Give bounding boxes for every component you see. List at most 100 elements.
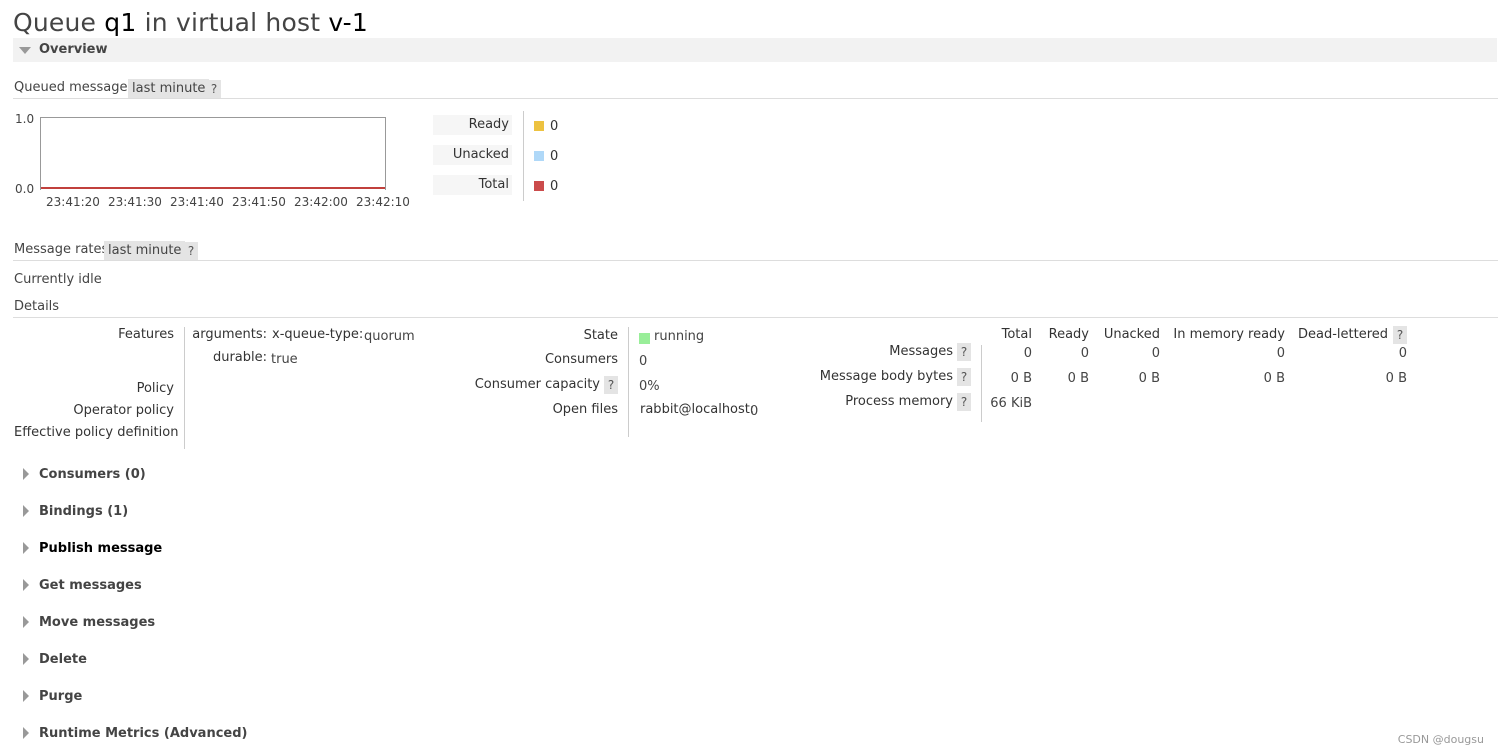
body-bytes-ready: 0 B (1067, 371, 1089, 386)
section-consumers-label: Consumers (0) (39, 467, 146, 482)
details-divider (184, 327, 185, 449)
open-files-node: rabbit@localhost: (640, 402, 755, 417)
legend-ready-value: 0 (550, 119, 559, 134)
queued-messages-range-button[interactable]: last minute (128, 79, 210, 98)
queued-messages-chart (40, 117, 386, 190)
section-purge-label: Purge (39, 689, 83, 704)
overview-section-header[interactable]: Overview (13, 38, 1497, 62)
section-runtime-metrics[interactable]: Runtime Metrics (Advanced) (13, 722, 313, 744)
section-purge[interactable]: Purge (13, 685, 313, 707)
row-label-body-bytes: Message body bytes (819, 369, 953, 384)
queued-messages-help-icon[interactable]: ? (207, 80, 221, 98)
section-get-messages-label: Get messages (39, 578, 142, 593)
divider (13, 317, 1498, 318)
consumer-capacity-help-icon[interactable]: ? (604, 376, 618, 394)
open-files-label: Open files (552, 402, 618, 417)
y-tick-top: 1.0 (15, 112, 35, 126)
x-tick-label: 23:42:10 (356, 195, 410, 209)
expand-triangle-icon (23, 690, 29, 702)
section-delete[interactable]: Delete (13, 648, 313, 670)
message-rates-label: Message rates (14, 242, 109, 257)
watermark: CSDN @dougsu (1397, 733, 1484, 746)
effective-policy-label: Effective policy definition (14, 425, 179, 440)
feature-arguments-key: arguments: (192, 327, 267, 342)
feature-durable-value: true (271, 352, 298, 367)
column-header-in-memory-ready: In memory ready (1173, 327, 1285, 342)
consumer-capacity-label: Consumer capacity (474, 377, 600, 392)
expand-triangle-icon (23, 542, 29, 554)
section-bindings-label: Bindings (1) (39, 504, 129, 519)
legend-total-value: 0 (550, 179, 559, 194)
messages-unacked: 0 (1151, 346, 1160, 361)
consumers-value: 0 (639, 354, 648, 369)
dead-lettered-help-icon[interactable]: ? (1393, 326, 1407, 344)
state-label: State (583, 328, 618, 343)
operator-policy-label: Operator policy (73, 403, 174, 418)
overview-label: Overview (39, 42, 108, 57)
expand-triangle-icon (23, 727, 29, 739)
messages-help-icon[interactable]: ? (957, 343, 971, 361)
column-header-dead-lettered: Dead-lettered (1297, 327, 1388, 342)
body-bytes-unacked: 0 B (1138, 371, 1160, 386)
title-prefix: Queue (13, 8, 105, 37)
divider (13, 98, 1498, 99)
row-label-messages: Messages (889, 344, 953, 359)
vhost-name: v-1 (328, 8, 369, 37)
consumer-capacity-value: 0% (639, 379, 660, 394)
section-get-messages[interactable]: Get messages (13, 574, 313, 596)
title-mid: in virtual host (136, 8, 329, 37)
expand-triangle-icon (23, 468, 29, 480)
expand-triangle-icon (23, 505, 29, 517)
expand-triangle-icon (23, 579, 29, 591)
section-publish-message-label: Publish message (39, 541, 163, 556)
section-consumers[interactable]: Consumers (0) (13, 463, 313, 485)
row-label-process-memory: Process memory (845, 394, 953, 409)
column-header-ready: Ready (1048, 327, 1089, 342)
x-tick-label: 23:41:30 (108, 195, 162, 209)
policy-label: Policy (136, 381, 174, 396)
feature-durable-key: durable: (212, 350, 267, 365)
legend-ready-label: Ready (433, 115, 512, 135)
section-publish-message[interactable]: Publish message (13, 537, 313, 559)
legend-total-label: Total (433, 175, 512, 195)
section-move-messages[interactable]: Move messages (13, 611, 313, 633)
body-bytes-help-icon[interactable]: ? (957, 368, 971, 386)
section-move-messages-label: Move messages (39, 615, 156, 630)
messages-total: 0 (1023, 346, 1032, 361)
section-bindings[interactable]: Bindings (1) (13, 500, 313, 522)
divider (13, 260, 1498, 261)
x-tick-label: 23:42:00 (294, 195, 348, 209)
messages-dead-lettered: 0 (1398, 346, 1407, 361)
messages-ready: 0 (1080, 346, 1089, 361)
idle-status-text: Currently idle (14, 272, 102, 287)
state-value: running (654, 329, 705, 344)
queue-name: q1 (104, 8, 137, 37)
section-delete-label: Delete (39, 652, 87, 667)
x-tick-label: 23:41:40 (170, 195, 224, 209)
legend-unacked-swatch (534, 151, 544, 161)
details-label: Details (14, 299, 60, 314)
consumers-label: Consumers (544, 352, 618, 367)
page-title: Queue q1 in virtual host v-1 (13, 8, 368, 37)
state-indicator-icon (639, 333, 650, 344)
collapse-triangle-icon (19, 47, 31, 54)
column-header-total: Total (1001, 327, 1032, 342)
section-runtime-metrics-label: Runtime Metrics (Advanced) (39, 726, 248, 741)
body-bytes-total: 0 B (1010, 371, 1032, 386)
expand-triangle-icon (23, 653, 29, 665)
x-tick-label: 23:41:20 (46, 195, 100, 209)
features-label: Features (118, 327, 174, 342)
legend-unacked-label: Unacked (433, 145, 512, 165)
details-divider (628, 327, 629, 437)
message-rates-range-button[interactable]: last minute (104, 241, 186, 260)
legend-ready-swatch (534, 121, 544, 131)
y-tick-bottom: 0.0 (15, 182, 35, 196)
x-tick-label: 23:41:50 (232, 195, 286, 209)
feature-queue-type-key: x-queue-type: (272, 327, 364, 342)
legend-divider (523, 111, 524, 201)
expand-triangle-icon (23, 616, 29, 628)
messages-in-memory-ready: 0 (1276, 346, 1285, 361)
process-memory-help-icon[interactable]: ? (957, 393, 971, 411)
message-rates-help-icon[interactable]: ? (184, 242, 198, 260)
feature-queue-type-value: quorum (364, 329, 415, 344)
